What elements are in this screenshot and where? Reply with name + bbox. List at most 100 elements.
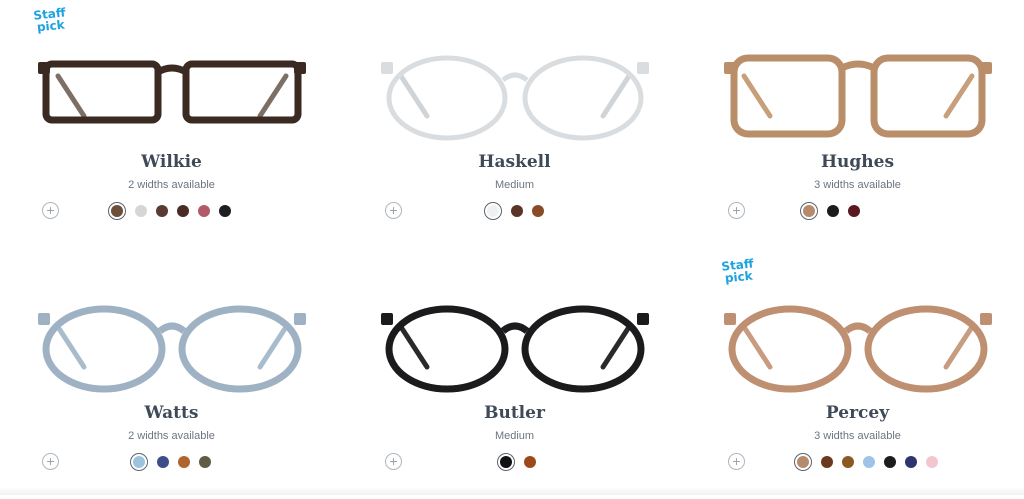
product-card-wilkie[interactable]: Staff pick Wilkie 2 widths available + — [0, 0, 343, 248]
lens-left — [42, 60, 162, 124]
hinge-right — [980, 62, 992, 74]
lens-left — [385, 305, 509, 393]
color-swatch[interactable] — [156, 205, 168, 217]
lens-right — [178, 305, 302, 393]
color-swatch[interactable] — [177, 205, 189, 217]
bridge — [843, 322, 873, 334]
temple-left — [55, 324, 87, 370]
glasses-image[interactable] — [722, 46, 994, 146]
lens-left — [42, 305, 166, 393]
lens-right — [521, 305, 645, 393]
temple-left — [398, 324, 430, 370]
color-swatch[interactable] — [198, 205, 210, 217]
temple-right — [600, 324, 632, 370]
color-swatch[interactable] — [108, 202, 126, 220]
product-name[interactable]: Watts — [0, 403, 343, 423]
staff-pick-text: Staff pick — [720, 256, 755, 286]
hinge-right — [637, 62, 649, 74]
product-name[interactable]: Haskell — [343, 152, 686, 172]
hinge-left — [38, 62, 50, 74]
product-name[interactable]: Butler — [343, 403, 686, 423]
temple-right — [943, 324, 975, 370]
product-width-info: 3 widths available — [814, 430, 901, 442]
color-swatch[interactable] — [511, 205, 523, 217]
hinge-right — [294, 313, 306, 325]
color-swatch[interactable] — [905, 456, 917, 468]
hinge-left — [381, 62, 393, 74]
glasses-image[interactable] — [379, 46, 651, 146]
temple-right — [257, 73, 289, 119]
color-swatch[interactable] — [532, 205, 544, 217]
glasses-image[interactable] — [379, 297, 651, 397]
color-swatch[interactable] — [130, 453, 148, 471]
temple-right — [257, 324, 289, 370]
glasses-image[interactable] — [36, 297, 308, 397]
color-swatch[interactable] — [484, 202, 502, 220]
product-width-info: 2 widths available — [128, 179, 215, 191]
color-swatch[interactable] — [863, 456, 875, 468]
staff-pick-badge: Staff pick — [32, 5, 68, 35]
bridge — [840, 60, 876, 72]
temple-left — [55, 73, 87, 119]
color-swatch[interactable] — [178, 456, 190, 468]
temple-left — [741, 324, 773, 370]
color-swatch[interactable] — [157, 456, 169, 468]
color-swatches — [686, 453, 1024, 471]
hinge-right — [980, 313, 992, 325]
product-name[interactable]: Wilkie — [0, 152, 343, 172]
product-name[interactable]: Hughes — [686, 152, 1024, 172]
color-swatch[interactable] — [794, 453, 812, 471]
hinge-left — [38, 313, 50, 325]
temple-left — [741, 73, 773, 119]
staff-pick-text: Staff pick — [32, 5, 67, 35]
glasses-image[interactable] — [36, 46, 308, 146]
bridge — [501, 72, 529, 83]
color-swatch[interactable] — [842, 456, 854, 468]
color-swatch[interactable] — [926, 456, 938, 468]
temple-right — [600, 73, 632, 119]
hinge-left — [724, 62, 736, 74]
bottom-fade — [0, 487, 1024, 495]
lens-left — [728, 305, 852, 393]
lens-right — [870, 54, 986, 138]
lens-right — [522, 55, 644, 141]
hinge-right — [637, 313, 649, 325]
hinge-left — [381, 313, 393, 325]
temple-left — [398, 73, 430, 119]
product-width-info: Medium — [494, 430, 535, 442]
product-width-info: 2 widths available — [128, 430, 215, 442]
product-card-haskell[interactable]: Haskell Medium + — [343, 0, 686, 248]
glasses-image[interactable] — [722, 297, 994, 397]
product-width-info: 3 widths available — [814, 179, 901, 191]
color-swatch[interactable] — [199, 456, 211, 468]
color-swatches — [686, 202, 1024, 220]
color-swatches — [0, 453, 343, 471]
bridge — [500, 322, 530, 334]
temple-right — [943, 73, 975, 119]
product-card-watts[interactable]: Watts 2 widths available + — [0, 251, 343, 499]
hinge-right — [294, 62, 306, 74]
color-swatch[interactable] — [821, 456, 833, 468]
product-grid: Staff pick Wilkie 2 widths available + H… — [0, 0, 1024, 495]
color-swatch[interactable] — [497, 453, 515, 471]
bridge — [156, 64, 188, 76]
color-swatch[interactable] — [135, 205, 147, 217]
product-card-butler[interactable]: Butler Medium + — [343, 251, 686, 499]
color-swatch[interactable] — [800, 202, 818, 220]
product-name[interactable]: Percey — [686, 403, 1024, 423]
color-swatch[interactable] — [884, 456, 896, 468]
color-swatch[interactable] — [848, 205, 860, 217]
bridge — [157, 322, 187, 334]
lens-right — [864, 305, 988, 393]
product-width-info: Medium — [494, 179, 535, 191]
product-card-hughes[interactable]: Hughes 3 widths available + — [686, 0, 1024, 248]
color-swatch[interactable] — [524, 456, 536, 468]
color-swatch[interactable] — [827, 205, 839, 217]
color-swatches — [343, 453, 686, 471]
product-card-percey[interactable]: Staff pick Percey 3 widths available + — [686, 251, 1024, 499]
color-swatch[interactable] — [219, 205, 231, 217]
lens-left — [730, 54, 846, 138]
hinge-left — [724, 313, 736, 325]
lens-right — [182, 60, 302, 124]
lens-left — [386, 55, 508, 141]
